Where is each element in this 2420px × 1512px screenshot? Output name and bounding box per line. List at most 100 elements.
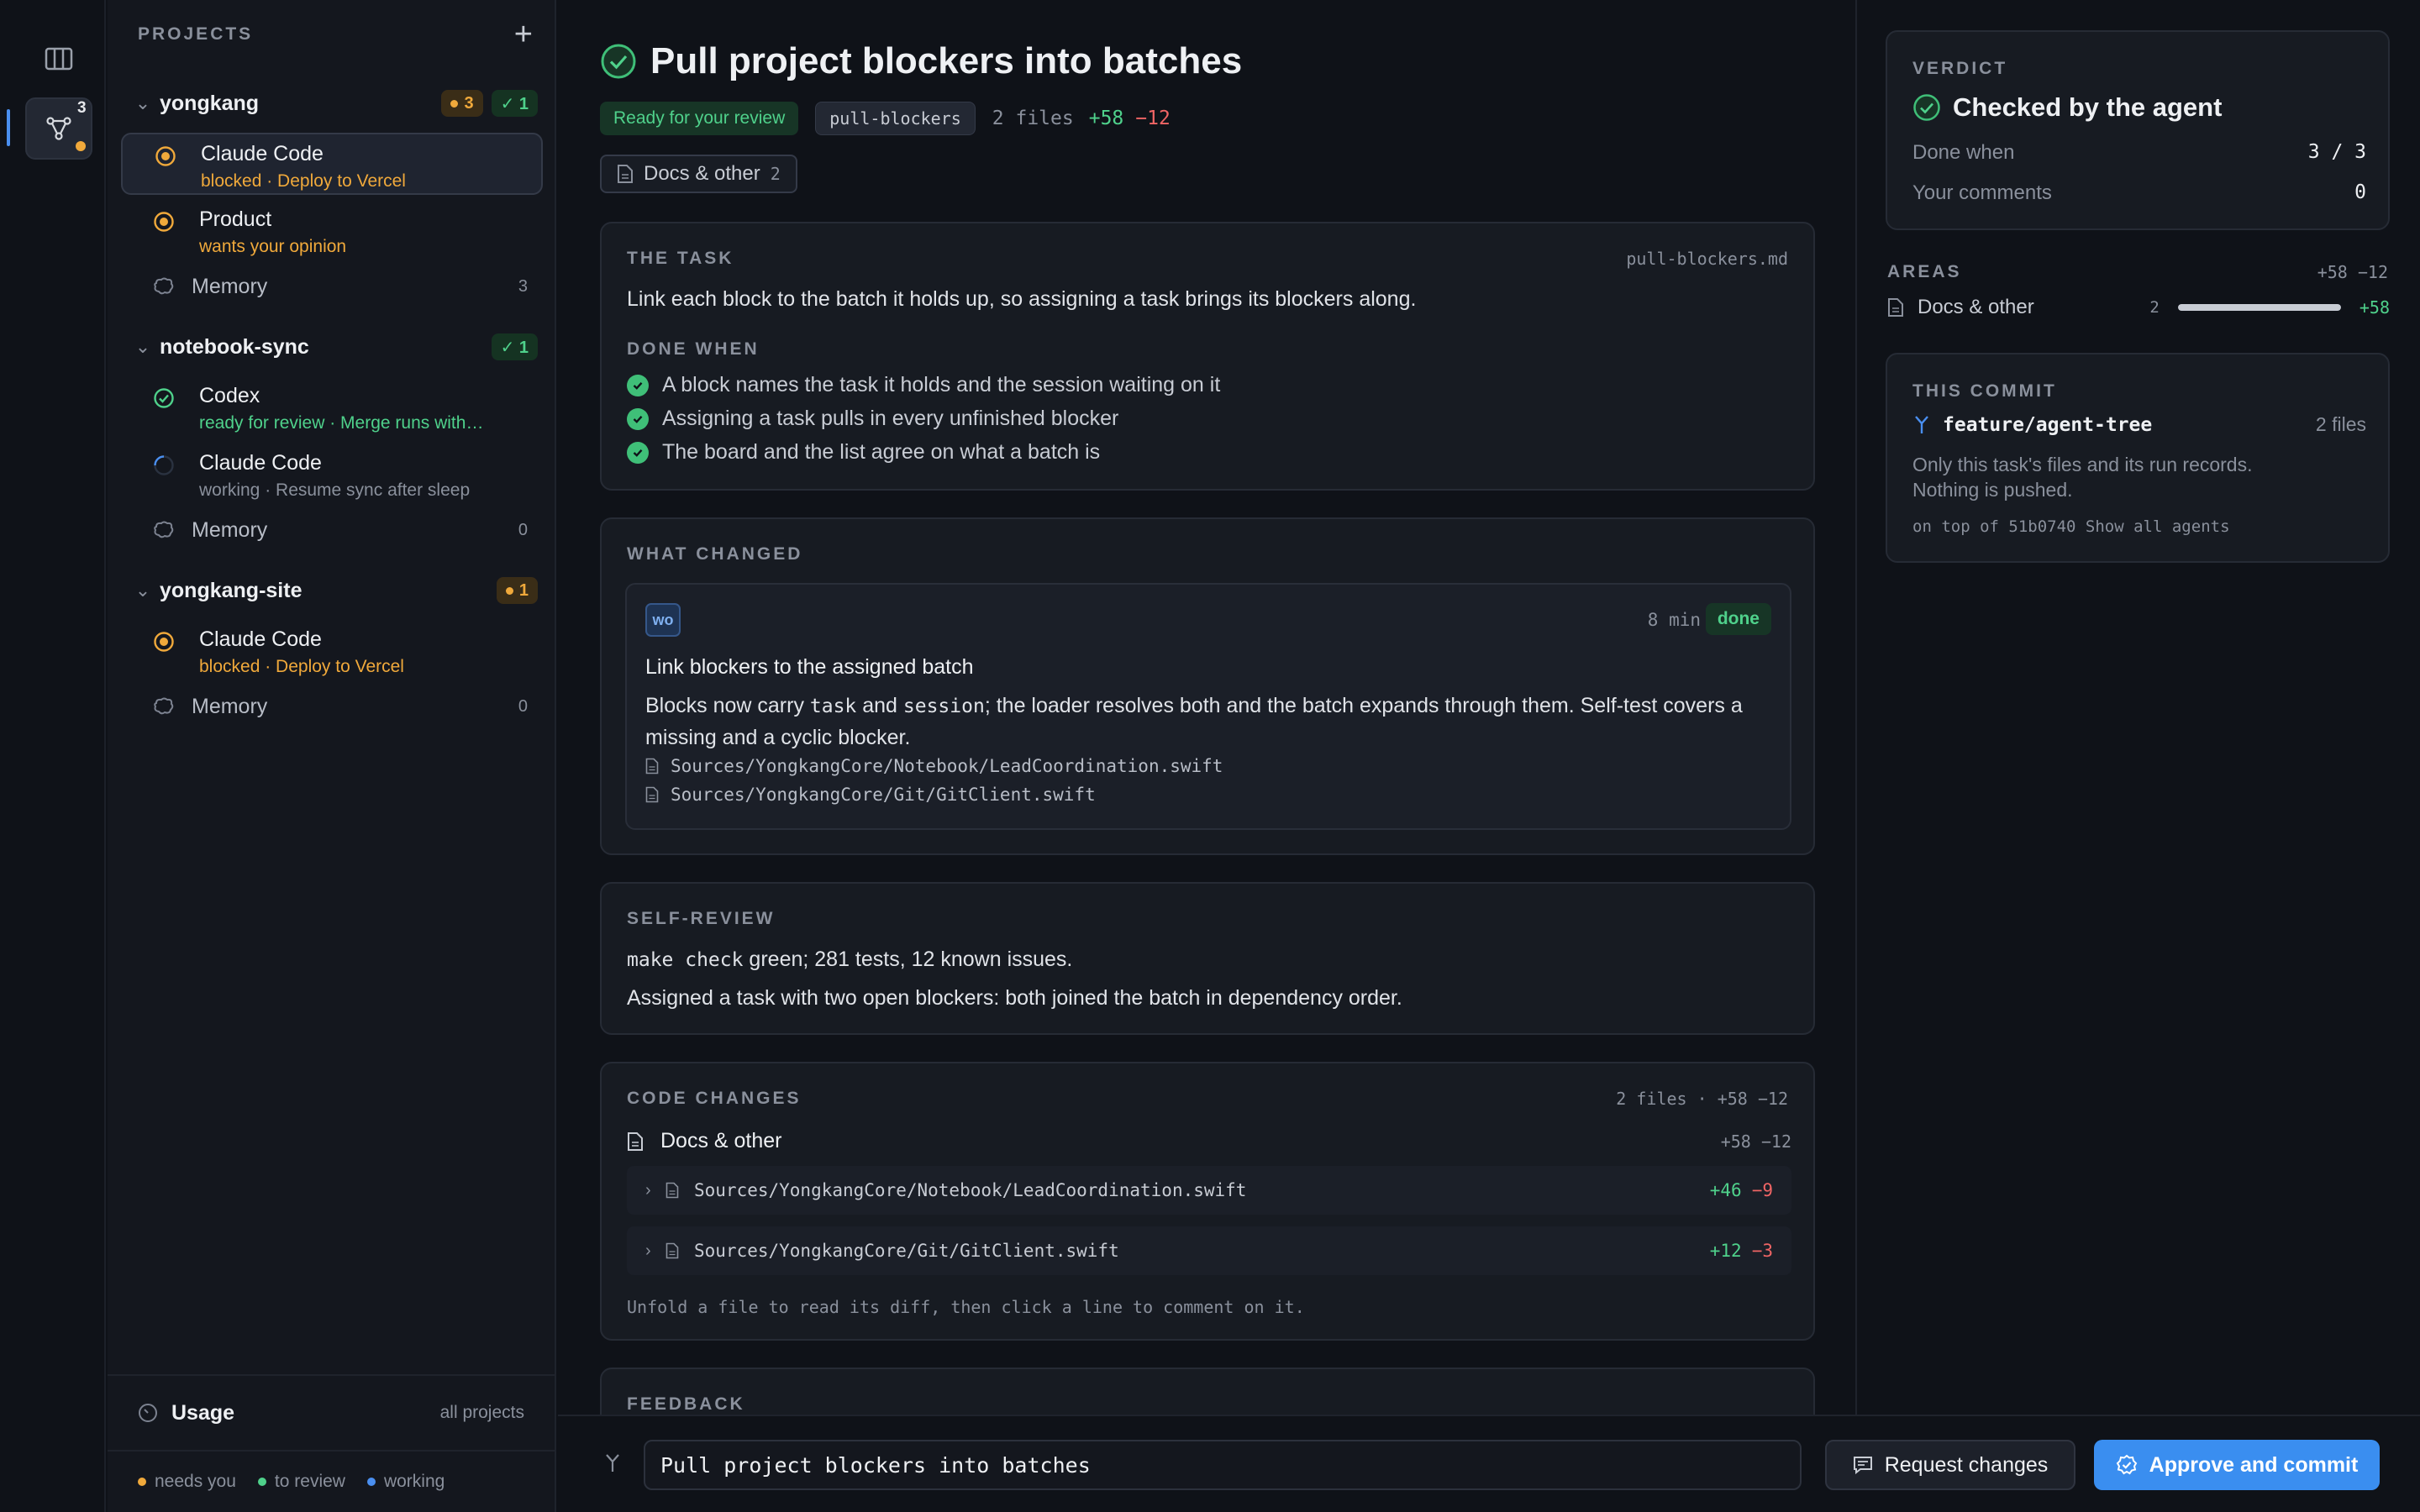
memory-item[interactable]: Memory 0 [153,513,528,547]
approve-seal-icon [2116,1454,2137,1475]
needs-count: 1 [518,580,529,600]
file-icon [645,786,659,803]
legend-to-review: to review [257,1472,345,1492]
diff-file-path: Sources/YongkangCore/Notebook/LeadCoordi… [694,1180,1247,1200]
commit-message-input[interactable] [644,1440,1802,1490]
area-row[interactable]: Docs & other 2 +58 [1887,296,2390,319]
work-duration: 8 min [1647,610,1701,630]
session-claude-code[interactable]: Claude Code blocked · Deploy to Vercel [121,620,543,682]
change-group-header[interactable]: Docs & other +58 −12 [627,1129,1791,1153]
request-changes-label: Request changes [1884,1452,2049,1477]
session-codex[interactable]: Codex ready for review · Merge runs with… [121,376,543,438]
commit-base-row: on top of 51b0740 Show all agents [1912,517,2230,536]
area-bar [2177,304,2341,311]
sidebar-toggle-icon[interactable] [37,44,81,74]
action-bar: Request changes Approve and commit [558,1415,2420,1512]
usage-row[interactable]: Usage all projects [108,1374,556,1450]
commit-heading: THIS COMMIT [1912,381,2057,401]
review-badge: ✓ 1 [491,90,538,117]
memory-icon [154,697,174,715]
task-heading: THE TASK [627,249,734,268]
desc-code: session [902,696,985,717]
session-subtitle: working · Resume sync after sleep [199,480,471,500]
file-icon [666,1182,679,1199]
self-review-line: Assigned a task with two open blockers: … [627,986,1402,1010]
done-criterion: The board and the list agree on what a b… [627,440,1100,465]
review-status-icon [154,388,174,408]
session-claude-code[interactable]: Claude Code working · Resume sync after … [121,444,543,506]
project-yongkang-site[interactable]: ⌄ yongkang-site 1 [126,572,538,609]
usage-gauge-icon [139,1404,157,1422]
verdict-title-row: Checked by the agent [1912,92,2222,123]
area-filter-chip[interactable]: Docs & other 2 [600,155,797,193]
memory-label: Memory [192,694,268,718]
diff-deletions: −9 [1751,1180,1773,1200]
commit-base: on top of 51b0740 [1912,517,2076,536]
commit-card: THIS COMMIT feature/agent-tree 2 files O… [1886,353,2390,563]
project-yongkang[interactable]: ⌄ yongkang 3 ✓ 1 [126,85,538,122]
deletions-count: −12 [1135,108,1171,129]
memory-count: 0 [518,696,528,716]
chevron-down-icon[interactable]: ⌄ [126,336,160,358]
additions-count: +58 [1088,108,1124,129]
verdict-heading: VERDICT [1912,59,2008,78]
diff-hint: Unfold a file to read its diff, then cli… [627,1297,1305,1317]
area-chip-count: 2 [770,164,781,184]
kv-value: 0 [2354,181,2366,203]
diff-file-row[interactable]: › Sources/YongkangCore/Git/GitClient.swi… [627,1226,1791,1275]
work-file[interactable]: Sources/YongkangCore/Notebook/LeadCoordi… [645,756,1223,776]
legend-label: to review [274,1472,345,1491]
check-circle-icon [601,44,636,79]
usage-scope[interactable]: all projects [440,1403,524,1423]
blocked-status-icon [154,212,174,232]
work-file[interactable]: Sources/YongkangCore/Git/GitClient.swift [645,785,1096,805]
needs-you-badge: 1 [496,577,538,604]
working-spinner-icon [154,455,174,475]
kv-value: 3 / 3 [2307,141,2366,163]
usage-label: Usage [171,1400,235,1425]
agent-badge: wo [645,603,681,637]
approve-commit-button[interactable]: Approve and commit [2094,1440,2380,1490]
desc-code: task [809,696,857,717]
done-criterion: Assigning a task pulls in every unfinish… [627,407,1118,431]
file-icon [645,758,659,774]
file-icon [666,1242,679,1259]
areas-heading: AREAS [1887,262,1962,281]
branch-chip[interactable]: pull-blockers [815,102,976,135]
work-item-card[interactable]: wo 8 min done Link blockers to the assig… [625,583,1791,830]
feedback-card: FEEDBACK [600,1368,1815,1415]
areas-stat: +58 −12 [2317,262,2388,282]
diff-file-path: Sources/YongkangCore/Git/GitClient.swift [694,1241,1119,1261]
chevron-down-icon[interactable]: ⌄ [126,92,160,114]
code-changes-summary: 2 files · +58 −12 [1616,1089,1788,1109]
chevron-down-icon[interactable]: ⌄ [126,580,160,601]
task-file[interactable]: pull-blockers.md [1626,249,1788,269]
project-notebook-sync[interactable]: ⌄ notebook-sync ✓ 1 [126,328,538,365]
session-title: Claude Code [199,627,322,651]
verdict-comments: Your comments 0 [1912,181,2366,205]
agent-tree-icon [46,117,71,140]
show-all-agents-link[interactable]: Show all agents [2086,517,2230,536]
session-subtitle: blocked · Deploy to Vercel [199,657,404,676]
memory-item[interactable]: Memory 0 [153,690,528,723]
memory-count: 0 [518,520,528,539]
request-changes-button[interactable]: Request changes [1825,1440,2075,1490]
projects-sidebar: PROJECTS + ⌄ yongkang 3 ✓ 1 Claude Code … [108,0,556,1512]
diff-file-row[interactable]: › Sources/YongkangCore/Notebook/LeadCoor… [627,1166,1791,1215]
self-review-command: make check [627,949,744,971]
session-claude-code[interactable]: Claude Code blocked · Deploy to Vercel [121,133,543,195]
add-project-button[interactable]: + [514,18,533,50]
meta-row: Ready for your review pull-blockers 2 fi… [600,101,1171,136]
area-additions: +58 [2359,297,2390,318]
status-legend: needs you to review working [108,1450,556,1512]
summary-panel: VERDICT Checked by the agent Done when 3 … [1855,0,2420,1415]
session-product[interactable]: Product wants your opinion [121,200,543,262]
change-group-label: Docs & other [660,1129,782,1152]
memory-item[interactable]: Memory 3 [153,270,528,303]
chevron-right-icon[interactable]: › [645,1181,666,1200]
branch-icon [606,1454,619,1472]
memory-icon [154,521,174,538]
chevron-right-icon[interactable]: › [645,1242,666,1261]
self-review-line: make check green; 281 tests, 12 known is… [627,948,1072,972]
legend-label: needs you [155,1472,236,1491]
